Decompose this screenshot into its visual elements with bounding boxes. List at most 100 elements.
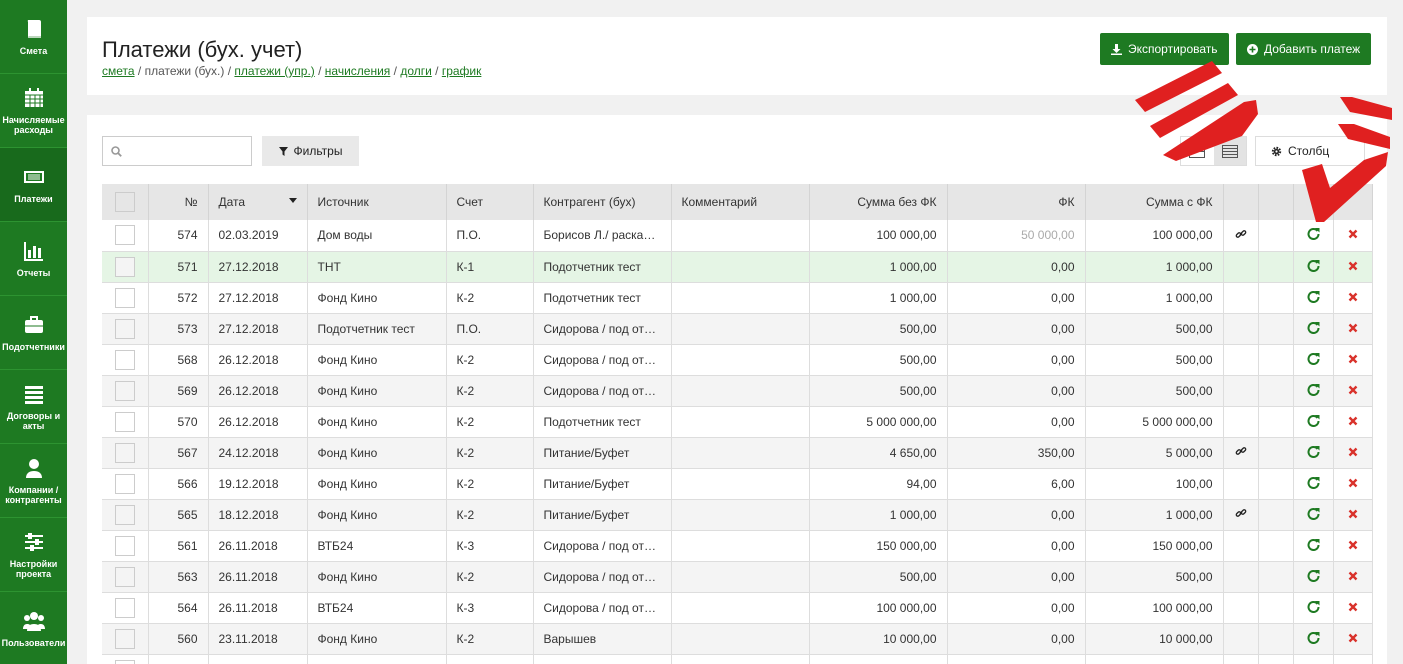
table-row[interactable]: 571 27.12.2018 ТНТ К-1 Подотчетник тест 1 000… bbox=[102, 251, 1373, 283]
filters-button[interactable]: Фильтры bbox=[262, 136, 359, 166]
refresh-icon[interactable] bbox=[1307, 600, 1320, 613]
cell-counterparty: Сидорова / под отчет bbox=[533, 313, 672, 345]
row-checkbox[interactable] bbox=[114, 380, 135, 401]
refresh-icon[interactable] bbox=[1307, 414, 1320, 427]
sidebar-item[interactable]: Смета bbox=[0, 0, 67, 74]
table-row[interactable]: 567 24.12.2018 Фонд Кино К-2 Питание/Буфет 4 … bbox=[102, 437, 1373, 469]
link-icon[interactable] bbox=[1235, 228, 1247, 240]
table-row[interactable]: 563 26.11.2018 Фонд Кино К-2 Сидорова / под … bbox=[102, 561, 1373, 593]
table-row[interactable]: 564 26.11.2018 ВТБ24 К-3 Сидорова / под отче… bbox=[102, 592, 1373, 624]
delete-icon[interactable] bbox=[1348, 261, 1358, 271]
column-header-account[interactable]: Счет bbox=[446, 184, 534, 220]
sidebar-item[interactable]: Начисляемые расходы bbox=[0, 74, 67, 148]
breadcrumb-link-debts[interactable]: долги bbox=[400, 64, 432, 78]
column-header-sum-without-fk[interactable]: Сумма без ФК bbox=[809, 184, 948, 220]
refresh-icon[interactable] bbox=[1307, 259, 1320, 272]
cell-sum-with-fk: 100 000,00 bbox=[1085, 592, 1224, 624]
row-checkbox[interactable] bbox=[114, 225, 135, 246]
row-checkbox[interactable] bbox=[114, 597, 135, 618]
row-select-cell bbox=[102, 468, 149, 500]
delete-icon[interactable] bbox=[1348, 540, 1358, 550]
row-checkbox[interactable] bbox=[114, 442, 135, 463]
row-checkbox[interactable] bbox=[114, 628, 135, 649]
table-row[interactable]: 572 27.12.2018 Фонд Кино К-2 Подотчетник тес… bbox=[102, 282, 1373, 314]
view-compact-button[interactable] bbox=[1181, 137, 1214, 165]
column-header-counterparty[interactable]: Контрагент (бух) bbox=[533, 184, 672, 220]
delete-icon[interactable] bbox=[1348, 385, 1358, 395]
table-row[interactable]: 573 27.12.2018 Подотчетник тест П.О. Сидоров… bbox=[102, 313, 1373, 345]
delete-icon[interactable] bbox=[1348, 416, 1358, 426]
sidebar-item[interactable]: Компании / контрагенты bbox=[0, 444, 67, 518]
delete-icon[interactable] bbox=[1348, 602, 1358, 612]
table-row[interactable]: 574 02.03.2019 Дом воды П.О. Борисов Л./ рас… bbox=[102, 220, 1373, 252]
row-checkbox[interactable] bbox=[114, 535, 135, 556]
column-header-sum-with-fk[interactable]: Сумма с ФК bbox=[1085, 184, 1224, 220]
table-row[interactable]: 566 19.12.2018 Фонд Кино К-2 Питание/Буфет 94… bbox=[102, 468, 1373, 500]
table-row[interactable] bbox=[102, 654, 1373, 664]
add-payment-button[interactable]: Добавить платеж bbox=[1236, 33, 1372, 65]
refresh-icon[interactable] bbox=[1307, 445, 1320, 458]
delete-icon[interactable] bbox=[1348, 633, 1358, 643]
select-all-checkbox[interactable] bbox=[114, 192, 135, 212]
delete-icon[interactable] bbox=[1348, 323, 1358, 333]
table-row[interactable]: 565 18.12.2018 Фонд Кино К-2 Питание/Буфет 1 … bbox=[102, 499, 1373, 531]
delete-icon[interactable] bbox=[1348, 354, 1358, 364]
sidebar-item[interactable]: Отчеты bbox=[0, 222, 67, 296]
link-icon[interactable] bbox=[1235, 445, 1247, 457]
row-checkbox[interactable] bbox=[114, 411, 135, 432]
refresh-icon[interactable] bbox=[1307, 352, 1320, 365]
column-header-number[interactable]: № bbox=[148, 184, 209, 220]
delete-icon[interactable] bbox=[1348, 229, 1358, 239]
refresh-icon[interactable] bbox=[1307, 383, 1320, 396]
sidebar-item[interactable]: Настройки проекта bbox=[0, 518, 67, 592]
columns-button[interactable]: Столбц bbox=[1255, 136, 1365, 166]
search-input[interactable] bbox=[103, 137, 251, 165]
table-row[interactable]: 560 23.11.2018 Фонд Кино К-2 Варышев 10 000,0… bbox=[102, 623, 1373, 655]
breadcrumb-link-smeta[interactable]: смета bbox=[102, 64, 135, 78]
sidebar-item[interactable]: Пользователи bbox=[0, 592, 67, 664]
sidebar-item[interactable]: Платежи bbox=[0, 148, 67, 222]
row-checkbox[interactable] bbox=[114, 256, 135, 277]
table-row[interactable]: 569 26.12.2018 Фонд Кино К-2 Сидорова / под … bbox=[102, 375, 1373, 407]
sidebar-item[interactable]: Подотчетники bbox=[0, 296, 67, 370]
delete-icon[interactable] bbox=[1348, 509, 1358, 519]
column-header-fk[interactable]: ФК bbox=[947, 184, 1086, 220]
refresh-icon[interactable] bbox=[1307, 321, 1320, 334]
row-checkbox[interactable] bbox=[114, 318, 135, 339]
row-checkbox[interactable] bbox=[114, 566, 135, 587]
refresh-icon[interactable] bbox=[1307, 476, 1320, 489]
column-header-source[interactable]: Источник bbox=[307, 184, 447, 220]
breadcrumb-separator: / bbox=[390, 64, 401, 78]
refresh-icon[interactable] bbox=[1307, 569, 1320, 582]
link-icon[interactable] bbox=[1235, 507, 1247, 519]
refresh-icon[interactable] bbox=[1307, 507, 1320, 520]
delete-icon[interactable] bbox=[1348, 571, 1358, 581]
view-list-button[interactable] bbox=[1213, 137, 1246, 165]
row-checkbox[interactable] bbox=[114, 349, 135, 370]
breadcrumb-link-schedule[interactable]: график bbox=[442, 64, 482, 78]
rows-compact-icon bbox=[1189, 144, 1206, 158]
table-row[interactable]: 561 26.11.2018 ВТБ24 К-3 Сидорова / под отче… bbox=[102, 530, 1373, 562]
column-header-comment[interactable]: Комментарий bbox=[671, 184, 810, 220]
refresh-icon[interactable] bbox=[1307, 631, 1320, 644]
sidebar-item-label: Платежи bbox=[14, 193, 53, 204]
refresh-icon[interactable] bbox=[1307, 290, 1320, 303]
cell-delete bbox=[1333, 220, 1373, 252]
export-button[interactable]: Экспортировать bbox=[1100, 33, 1229, 65]
delete-icon[interactable] bbox=[1348, 447, 1358, 457]
refresh-icon[interactable] bbox=[1307, 538, 1320, 551]
row-checkbox[interactable] bbox=[114, 659, 135, 664]
row-checkbox[interactable] bbox=[114, 287, 135, 308]
table-row[interactable]: 570 26.12.2018 Фонд Кино К-2 Подотчетник тес… bbox=[102, 406, 1373, 438]
delete-icon[interactable] bbox=[1348, 292, 1358, 302]
table-row[interactable]: 568 26.12.2018 Фонд Кино К-2 Сидорова / под … bbox=[102, 344, 1373, 376]
row-checkbox[interactable] bbox=[114, 504, 135, 525]
delete-icon[interactable] bbox=[1348, 478, 1358, 488]
column-header-date[interactable]: Дата bbox=[208, 184, 308, 220]
breadcrumb-link-payments-mgmt[interactable]: платежи (упр.) bbox=[234, 64, 314, 78]
row-checkbox[interactable] bbox=[114, 473, 135, 494]
refresh-icon[interactable] bbox=[1307, 227, 1320, 241]
cell-date: 26.12.2018 bbox=[208, 406, 308, 438]
sidebar-item[interactable]: Договоры и акты bbox=[0, 370, 67, 444]
breadcrumb-link-accruals[interactable]: начисления bbox=[325, 64, 391, 78]
